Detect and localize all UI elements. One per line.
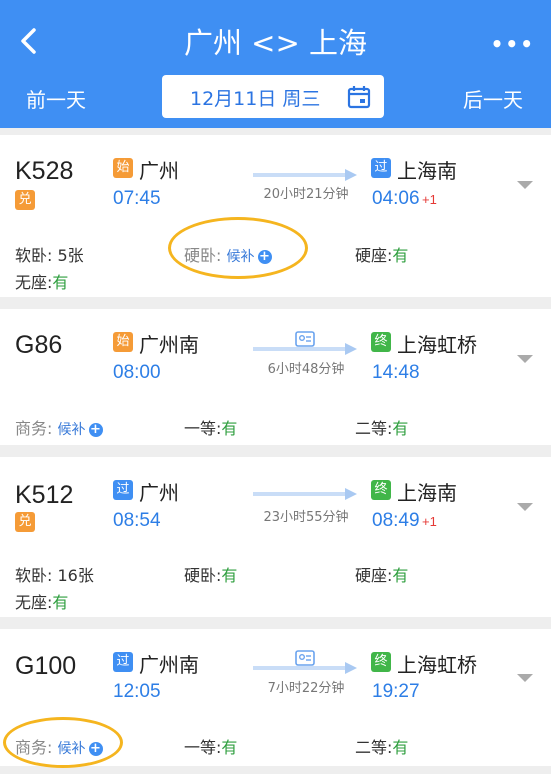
destination-tag: 过 [371, 158, 391, 178]
depart-time: 08:54 [113, 510, 161, 531]
train-card-k512[interactable]: K512 兑 过 广州 08:54 23小时55分钟 终 上海南 08:49 +… [0, 457, 551, 617]
duration: 20小时21分钟 [263, 187, 349, 202]
to-station: 上海南 [397, 481, 457, 505]
seat-no-seat: 无座:有 [15, 593, 69, 612]
to-station: 上海南 [397, 159, 457, 183]
chevron-down-icon[interactable] [515, 671, 535, 685]
exchange-badge: 兑 [15, 190, 35, 210]
from-station: 广州南 [139, 653, 199, 677]
add-waitlist-icon: + [88, 422, 103, 437]
origin-tag: 过 [113, 652, 133, 672]
seat-first-class: 一等:有 [184, 738, 238, 757]
destination-tag: 终 [371, 652, 391, 672]
train-number: G86 [15, 331, 63, 359]
seat-business[interactable]: 商务: 候补 + [15, 415, 103, 439]
next-day-button[interactable]: 后一天 [463, 84, 523, 113]
route-arrow-icon [253, 169, 357, 181]
highlight-circle [3, 717, 123, 768]
train-card-k528[interactable]: K528 兑 始 广州 07:45 20小时21分钟 过 上海南 04:06 +… [0, 135, 551, 297]
duration: 6小时48分钟 [267, 362, 345, 377]
origin-tag: 始 [113, 158, 133, 178]
next-day-indicator: +1 [422, 192, 437, 207]
train-number: K528 [15, 157, 74, 185]
seat-hard-seat: 硬座:有 [355, 566, 409, 585]
origin-tag: 始 [113, 332, 133, 352]
arrive-time: 08:49 [372, 510, 420, 531]
seat-soft-sleeper: 软卧: 16张 [15, 566, 94, 585]
highlight-circle [168, 217, 308, 279]
more-menu-icon[interactable]: ••• [491, 32, 535, 56]
depart-time: 12:05 [113, 681, 161, 702]
arrive-time: 19:27 [372, 681, 420, 702]
chevron-down-icon[interactable] [515, 352, 535, 366]
seat-first-class: 一等:有 [184, 419, 238, 438]
seat-second-class: 二等:有 [355, 419, 409, 438]
date-selector[interactable]: 12月11日 周三 [162, 75, 384, 118]
train-number: G100 [15, 652, 77, 680]
train-card-g100[interactable]: G100 过 广州南 12:05 7小时22分钟 终 上海虹桥 19:27 商务… [0, 629, 551, 768]
arrive-time: 04:06 [372, 188, 420, 209]
previous-day-button[interactable]: 前一天 [26, 84, 86, 113]
selected-date: 12月11日 周三 [190, 88, 321, 110]
route-arrow-icon [253, 343, 357, 355]
duration: 23小时55分钟 [263, 510, 349, 525]
to-station: 上海虹桥 [397, 333, 477, 357]
chevron-down-icon[interactable] [515, 178, 535, 192]
route-arrow-icon [253, 662, 357, 674]
origin-tag: 过 [113, 480, 133, 500]
exchange-badge: 兑 [15, 512, 35, 532]
seat-no-seat: 无座:有 [15, 273, 69, 292]
calendar-icon [347, 86, 371, 109]
route-arrow-icon [253, 488, 357, 500]
depart-time: 08:00 [113, 362, 161, 383]
seat-hard-seat: 硬座:有 [355, 246, 409, 265]
train-card-g86[interactable]: G86 始 广州南 08:00 6小时48分钟 终 上海虹桥 14:48 商务:… [0, 309, 551, 445]
chevron-down-icon[interactable] [515, 500, 535, 514]
next-day-indicator: +1 [422, 514, 437, 529]
train-number: K512 [15, 481, 74, 509]
route-title: 广州 <> 上海 [183, 26, 368, 60]
from-station: 广州 [139, 159, 179, 183]
from-station: 广州南 [139, 333, 199, 357]
depart-time: 07:45 [113, 188, 161, 209]
seat-soft-sleeper: 软卧: 5张 [15, 246, 84, 265]
duration: 7小时22分钟 [267, 681, 345, 696]
seat-second-class: 二等:有 [355, 738, 409, 757]
from-station: 广州 [139, 481, 179, 505]
to-station: 上海虹桥 [397, 653, 477, 677]
destination-tag: 终 [371, 480, 391, 500]
destination-tag: 终 [371, 332, 391, 352]
header-bar: 广州 <> 上海 ••• 前一天 12月11日 周三 后一天 [0, 0, 551, 128]
seat-hard-sleeper: 硬卧:有 [184, 566, 238, 585]
arrive-time: 14:48 [372, 362, 420, 383]
